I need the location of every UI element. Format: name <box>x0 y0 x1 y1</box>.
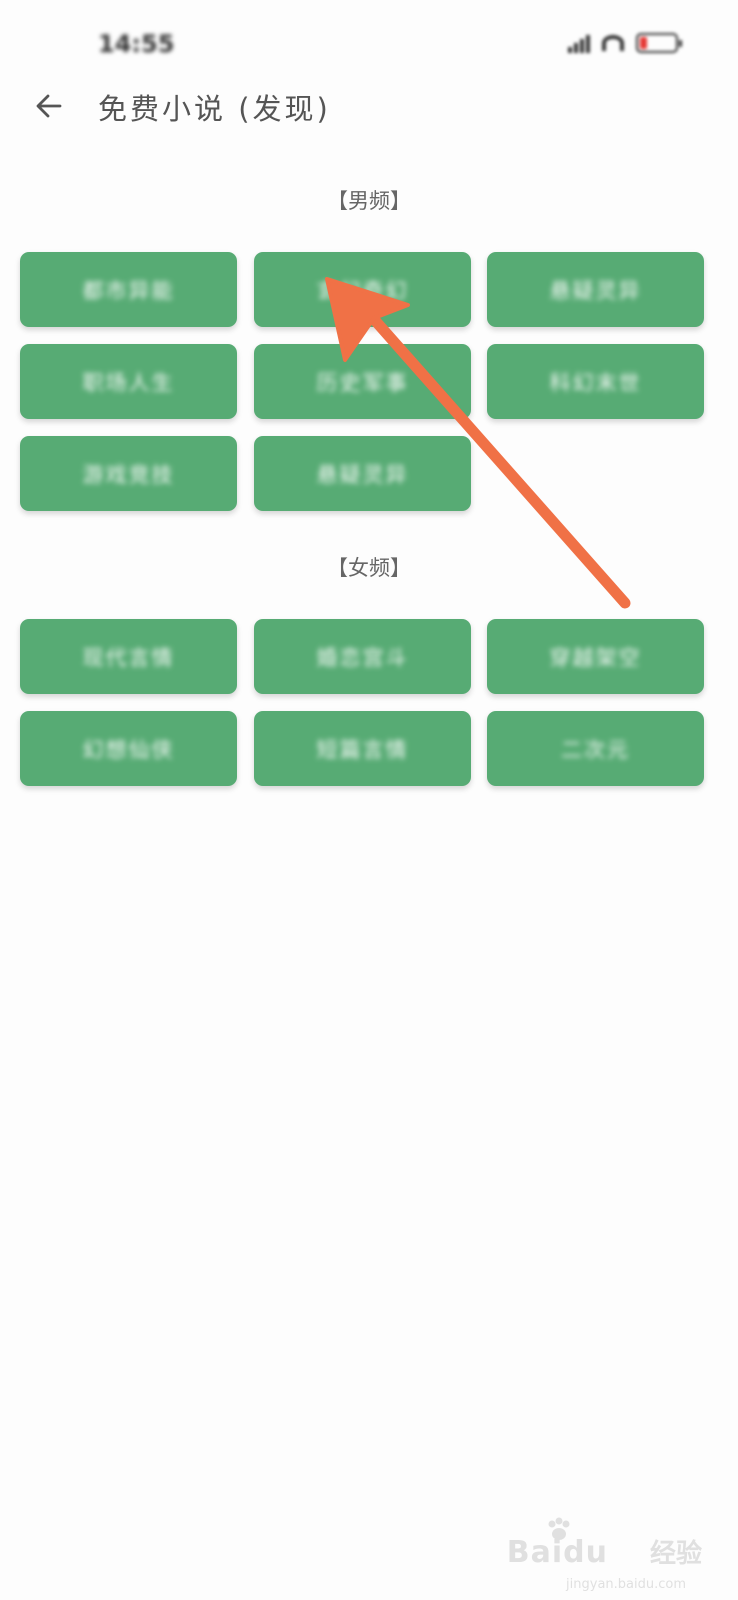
watermark-cn: 经验 <box>649 1539 702 1569</box>
page-title: 免费小说 (发现) <box>98 92 331 126</box>
watermark-url: jingyan.baidu.com <box>566 1577 686 1592</box>
category-button[interactable]: 悬疑灵异 <box>487 252 704 327</box>
wifi-icon <box>602 35 624 51</box>
category-button[interactable]: 科幻末世 <box>487 344 704 419</box>
baidu-jingyan-watermark: Baidu 经验 <box>507 1517 702 1570</box>
category-button[interactable]: 现代言情 <box>20 619 237 694</box>
category-label: 职场人生 <box>82 370 175 395</box>
category-label: 现代言情 <box>82 645 175 670</box>
category-label: 婚恋宫斗 <box>316 645 409 670</box>
category-label: 游戏竞技 <box>82 462 175 487</box>
signal-icon <box>568 33 590 53</box>
category-button[interactable]: 历史军事 <box>254 344 471 419</box>
category-button[interactable]: 职场人生 <box>20 344 237 419</box>
battery-icon <box>636 33 682 53</box>
category-button[interactable]: 玄幻奇幻 <box>254 252 471 327</box>
app-header: 免费小说 (发现) <box>0 80 738 150</box>
category-label: 穿越架空 <box>549 645 642 670</box>
category-button[interactable]: 短篇言情 <box>254 711 471 786</box>
category-button[interactable]: 二次元 <box>487 711 704 786</box>
arrow-left-icon[interactable] <box>32 88 68 124</box>
male-category-grid: 都市异能 玄幻奇幻 悬疑灵异 职场人生 历史军事 科幻末世 游戏竞技 悬疑灵异 <box>20 252 719 512</box>
female-category-grid: 现代言情 婚恋宫斗 穿越架空 幻想仙侠 短篇言情 二次元 <box>20 619 719 789</box>
annotation-arrow <box>325 277 631 609</box>
category-label: 幻想仙侠 <box>82 737 175 762</box>
category-label: 二次元 <box>561 737 630 762</box>
category-label: 历史军事 <box>316 370 409 395</box>
status-time: 14:55 <box>98 30 175 58</box>
status-icons <box>568 33 682 53</box>
category-button[interactable]: 都市异能 <box>20 252 237 327</box>
category-label: 都市异能 <box>82 278 175 303</box>
category-button[interactable]: 幻想仙侠 <box>20 711 237 786</box>
category-label: 短篇言情 <box>316 737 409 762</box>
category-button[interactable]: 婚恋宫斗 <box>254 619 471 694</box>
category-label: 玄幻奇幻 <box>316 278 409 303</box>
paw-icon <box>548 1517 570 1540</box>
category-label: 科幻末世 <box>549 370 642 395</box>
category-button[interactable]: 穿越架空 <box>487 619 704 694</box>
category-button[interactable]: 悬疑灵异 <box>254 436 471 511</box>
category-label: 悬疑灵异 <box>549 278 642 303</box>
section-title-male: 【男频】 <box>327 189 411 213</box>
category-button[interactable]: 游戏竞技 <box>20 436 237 511</box>
section-title-female: 【女频】 <box>327 556 411 580</box>
status-bar: 14:55 <box>0 0 738 80</box>
category-label: 悬疑灵异 <box>316 462 409 487</box>
